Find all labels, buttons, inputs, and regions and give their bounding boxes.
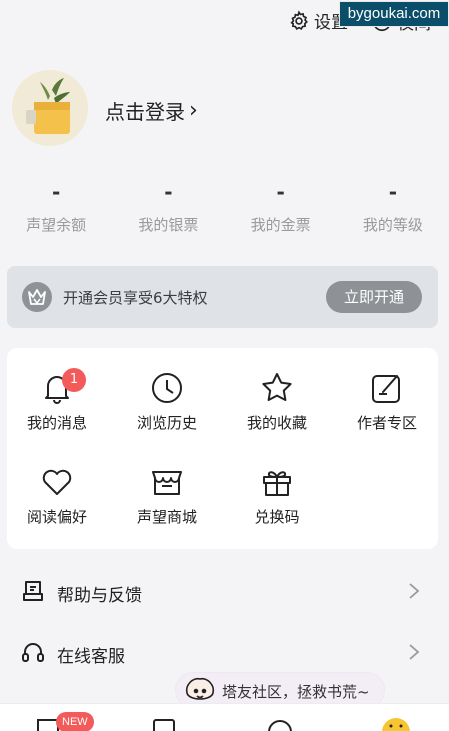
stat-value: - xyxy=(51,180,61,204)
grid-item-redeem-code[interactable]: 兑换码 xyxy=(227,464,327,527)
headset-icon xyxy=(22,643,44,662)
chevron-right-icon: › xyxy=(189,98,198,123)
stat-label: 我的等级 xyxy=(362,216,423,234)
chevron-right-icon xyxy=(409,644,420,660)
stat-reputation[interactable]: - 声望余额 xyxy=(0,180,112,235)
plant-pot-icon xyxy=(12,70,88,146)
gear-icon xyxy=(290,9,308,30)
stat-level[interactable]: - 我的等级 xyxy=(337,180,449,235)
grid-item-messages[interactable]: 1 我的消息 xyxy=(7,368,107,433)
mascot-icon xyxy=(185,677,215,700)
bottom-nav: NEW xyxy=(0,703,449,731)
vip-open-button[interactable]: 立即开通 xyxy=(326,281,422,313)
row-label: 帮助与反馈 xyxy=(57,586,142,606)
login-link[interactable]: 点击登录 › xyxy=(105,96,198,125)
edit-icon xyxy=(372,375,400,403)
stat-label: 我的金票 xyxy=(250,216,311,234)
stat-label: 声望余额 xyxy=(26,216,87,234)
grid-label: 兑换码 xyxy=(254,508,300,526)
grid-label: 声望商城 xyxy=(136,508,197,526)
login-label: 点击登录 xyxy=(105,100,185,124)
chevron-right-icon xyxy=(409,583,420,599)
stat-value: - xyxy=(276,180,285,204)
vip-banner[interactable]: 开通会员享受6大特权 立即开通 xyxy=(7,266,438,328)
top-bar: 设置 夜间 bygoukai.com xyxy=(0,0,449,44)
help-feedback-row[interactable]: 帮助与反馈 xyxy=(0,562,449,620)
watermark: bygoukai.com xyxy=(339,1,449,27)
book-tab-icon[interactable] xyxy=(152,718,176,731)
stat-value: - xyxy=(164,180,173,204)
grid-label: 我的消息 xyxy=(26,414,87,432)
stats-row: - 声望余额 - 我的银票 - 我的金票 - 我的等级 xyxy=(0,180,449,235)
star-icon xyxy=(262,373,292,401)
avatar[interactable] xyxy=(12,70,88,146)
unread-badge: 1 xyxy=(62,368,86,392)
grid-label: 我的收藏 xyxy=(246,414,307,432)
store-icon xyxy=(152,471,182,495)
stat-gold-ticket[interactable]: - 我的金票 xyxy=(225,180,337,235)
grid-label: 作者专区 xyxy=(356,414,417,432)
grid-label: 浏览历史 xyxy=(136,414,197,432)
new-badge: NEW xyxy=(56,712,94,731)
row-label: 在线客服 xyxy=(57,647,125,667)
grid-label: 阅读偏好 xyxy=(26,508,87,526)
clock-icon xyxy=(152,373,182,403)
grid-item-reputation-store[interactable]: 声望商城 xyxy=(117,464,217,527)
gift-icon xyxy=(263,471,291,496)
grid-item-author-zone[interactable]: 作者专区 xyxy=(337,370,437,433)
grid-item-favorites[interactable]: 我的收藏 xyxy=(227,370,327,433)
discover-tab-icon[interactable] xyxy=(266,718,294,731)
stat-silver-ticket[interactable]: - 我的银票 xyxy=(112,180,224,235)
stat-value: - xyxy=(388,180,398,204)
grid-item-reading-preference[interactable]: 阅读偏好 xyxy=(7,464,107,527)
stat-label: 我的银票 xyxy=(138,216,199,234)
vip-text: 开通会员享受6大特权 xyxy=(63,289,208,307)
community-text: 塔友社区，拯救书荒~ xyxy=(222,683,370,701)
vip-crown-icon xyxy=(22,282,52,312)
profile-tab-icon[interactable] xyxy=(381,716,411,731)
heart-icon xyxy=(42,469,72,495)
grid-item-history[interactable]: 浏览历史 xyxy=(117,370,217,433)
feedback-icon xyxy=(23,581,43,601)
feature-grid: 1 我的消息 浏览历史 我的收藏 作者专区 阅读偏好 声望商城 兑换码 xyxy=(7,348,438,549)
